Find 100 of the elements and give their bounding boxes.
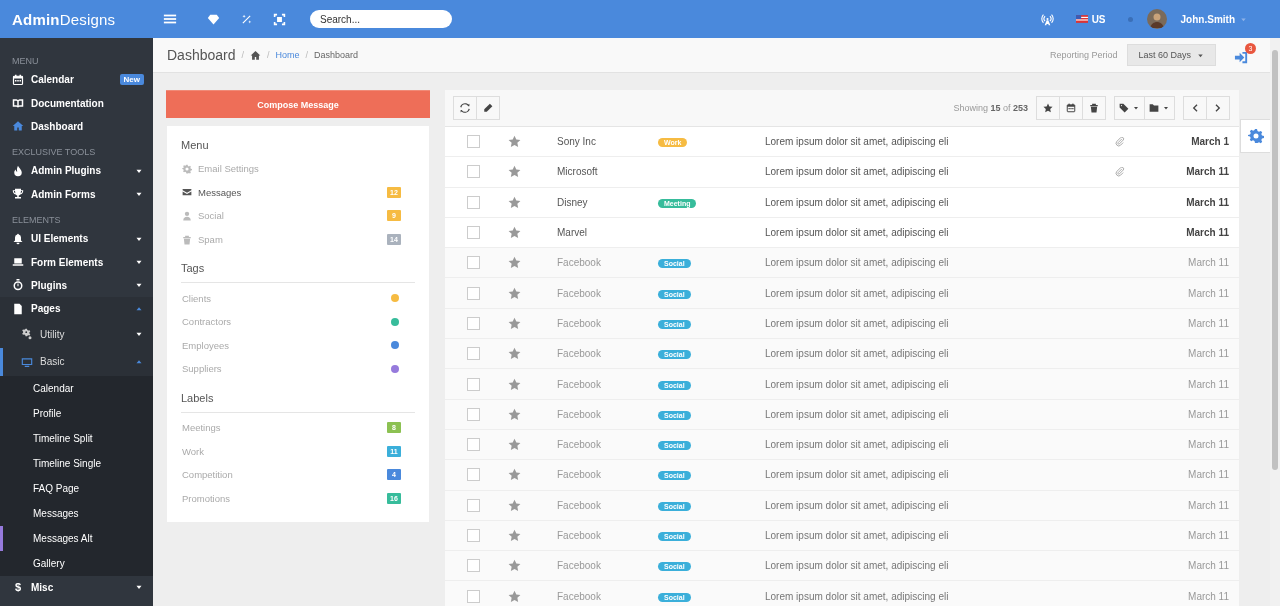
sidebar-item[interactable]: Documentation [0, 91, 153, 115]
sidebar-item[interactable]: $ Misc [0, 575, 153, 599]
date: March 11 [1187, 408, 1229, 420]
subject: Lorem ipsum dolor sit amet, adipiscing eli [765, 287, 950, 299]
settings-button[interactable] [1240, 119, 1270, 153]
checkbox[interactable] [466, 316, 480, 330]
checkbox[interactable] [466, 559, 480, 573]
star-icon [507, 316, 521, 330]
sidebar-link[interactable]: Messages Alt [0, 525, 153, 551]
sender: Facebook [557, 317, 602, 329]
new-badge: New [119, 74, 144, 86]
calendar-button[interactable] [1059, 96, 1083, 120]
tag-dropdown[interactable] [1114, 96, 1145, 120]
folder-icon [1149, 103, 1159, 113]
star-icon [507, 135, 521, 149]
date: March 11 [1187, 469, 1229, 481]
paperclip-icon [1115, 166, 1125, 177]
sender: Facebook [557, 499, 602, 511]
breadcrumb-current: Dashboard [314, 50, 359, 60]
sidebar-heading: EXCLUSIVE TOOLS [11, 146, 97, 160]
refresh-button[interactable] [453, 96, 477, 120]
sidebar-link[interactable]: Timeline Split [0, 425, 153, 451]
sidebar-item[interactable]: Plugins [0, 273, 153, 298]
language-button[interactable]: US [1069, 12, 1112, 26]
sidebar-item[interactable]: UI Elements [0, 226, 153, 251]
sidebar-item[interactable]: Admin Forms [0, 182, 153, 206]
fullscreen-icon [273, 12, 286, 26]
sidebar-link[interactable]: Messages [0, 500, 153, 526]
compose-button[interactable]: Compose Message [166, 90, 430, 118]
date: March 11 [1187, 499, 1229, 511]
tag-item[interactable]: Contractors [181, 309, 415, 334]
search-field[interactable]: Search... [310, 10, 452, 28]
sender: Disney [557, 196, 589, 208]
date: March 11 [1187, 590, 1229, 602]
checkbox[interactable] [466, 407, 480, 421]
checkbox[interactable] [466, 165, 480, 179]
book-icon [12, 97, 24, 110]
brand-logo[interactable]: AdminDesigns [12, 10, 116, 28]
sidebar-link[interactable]: Timeline Single [0, 450, 153, 476]
sidebar-subitem[interactable]: Utility [0, 320, 153, 348]
edit-button[interactable] [476, 96, 500, 120]
avatar[interactable] [1146, 9, 1167, 29]
date: March 11 [1187, 560, 1229, 572]
sidebar-link[interactable]: Gallery [0, 550, 153, 576]
subject: Lorem ipsum dolor sit amet, adipiscing eli [765, 590, 950, 602]
previous-page-button[interactable] [1183, 96, 1207, 120]
breadcrumb-separator: / [305, 50, 309, 60]
checkbox[interactable] [466, 529, 480, 542]
user-icon [182, 211, 192, 221]
dollar-icon: $ [12, 581, 24, 594]
diamond-icon [207, 12, 220, 26]
next-page-button[interactable] [1206, 96, 1230, 120]
sidebar-heading: MENU [11, 55, 40, 68]
date: March 11 [1187, 257, 1229, 269]
checkbox[interactable] [466, 498, 480, 512]
sidebar-link[interactable]: FAQ Page [0, 475, 153, 501]
tag-item[interactable]: Employees [181, 333, 415, 358]
calendar-icon [1066, 103, 1076, 113]
star-icon [507, 468, 521, 482]
folder-item[interactable]: Email Settings [181, 157, 415, 181]
sidebar-item[interactable]: Form Elements [0, 250, 153, 274]
gears-icon [21, 328, 33, 341]
breadcrumb-link[interactable]: Home [275, 50, 300, 60]
date: March 11 [1187, 530, 1229, 541]
tag-item[interactable]: Clients [181, 286, 415, 310]
period-dropdown[interactable]: Last 60 Days [1127, 44, 1216, 66]
checkbox[interactable] [466, 589, 480, 603]
sidebar-item[interactable]: Pages [0, 297, 153, 321]
star-button[interactable] [1036, 96, 1060, 120]
subject: Lorem ipsum dolor sit amet, adipiscing eli [765, 257, 950, 269]
delete-button[interactable] [1082, 96, 1106, 120]
sidebar-link[interactable]: Calendar [0, 375, 153, 401]
tag-item[interactable]: Suppliers [181, 357, 415, 381]
folder-dropdown[interactable] [1144, 96, 1175, 120]
checkbox[interactable] [466, 468, 480, 482]
laptop-icon [12, 256, 24, 269]
star-icon [507, 195, 521, 209]
checkbox[interactable] [466, 256, 480, 270]
user-menu-button[interactable]: John.Smith [1174, 12, 1254, 26]
checkbox[interactable] [466, 195, 480, 209]
star-icon [507, 165, 521, 179]
checkbox[interactable] [466, 286, 480, 300]
sidebar-link[interactable]: Profile [0, 400, 153, 426]
date: March 11 [1187, 317, 1229, 329]
subject: Lorem ipsum dolor sit amet, adipiscing eli [765, 136, 950, 148]
monitor-icon [21, 355, 33, 368]
trash-icon [1089, 103, 1099, 113]
checkbox[interactable] [466, 377, 480, 391]
paperclip-icon [1115, 136, 1125, 147]
sidebar-item[interactable]: Dashboard [0, 114, 153, 139]
sidebar-item[interactable]: Admin Plugins [0, 159, 153, 183]
checkbox[interactable] [466, 347, 480, 361]
checkbox[interactable] [466, 135, 480, 149]
caret-icon [1132, 104, 1140, 112]
sidebar-item[interactable]: Calendar New [0, 68, 153, 92]
checkbox[interactable] [466, 226, 480, 240]
section-heading: Menu [181, 138, 210, 153]
section-heading: Labels [181, 388, 415, 413]
checkbox[interactable] [466, 438, 480, 452]
trophy-icon [12, 188, 24, 201]
